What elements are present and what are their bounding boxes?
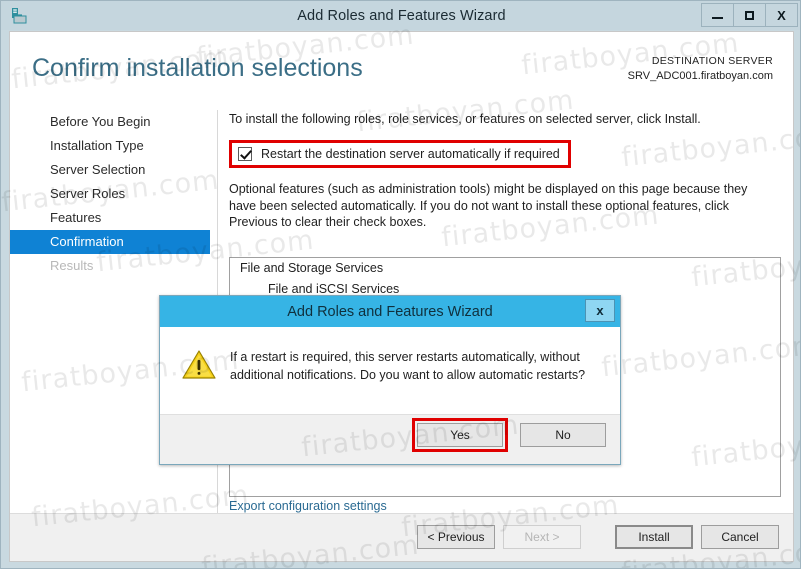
window-title: Add Roles and Features Wizard (297, 7, 506, 24)
main-pane: To install the following roles, role ser… (229, 112, 781, 243)
restart-checkbox-highlight: Restart the destination server automatic… (229, 140, 571, 168)
minimize-button[interactable] (701, 3, 734, 27)
footer-buttons: < Previous Next > Install Cancel (409, 525, 779, 549)
restart-checkbox-label: Restart the destination server automatic… (261, 147, 560, 161)
cancel-button[interactable]: Cancel (701, 525, 779, 549)
wizard-navigation: Before You Begin Installation Type Serve… (10, 110, 210, 278)
wizard-window: Add Roles and Features Wizard X Confirm … (0, 0, 801, 569)
dialog-close-icon[interactable]: x (585, 299, 615, 322)
dialog-message: If a restart is required, this server re… (230, 350, 586, 382)
dialog-body: If a restart is required, this server re… (160, 327, 620, 415)
warning-triangle-icon (182, 349, 216, 380)
page-title: Confirm installation selections (32, 54, 363, 82)
maximize-button[interactable] (733, 3, 766, 27)
previous-button[interactable]: < Previous (417, 525, 495, 549)
install-button[interactable]: Install (615, 525, 693, 549)
nav-item-installation-type[interactable]: Installation Type (10, 134, 210, 158)
yes-button-highlight: Yes (412, 418, 508, 452)
nav-item-results: Results (50, 258, 94, 273)
dialog-titlebar: Add Roles and Features Wizard x (160, 296, 620, 327)
dialog-title: Add Roles and Features Wizard (287, 303, 493, 320)
nav-item-server-selection[interactable]: Server Selection (10, 158, 210, 182)
no-button[interactable]: No (520, 423, 606, 447)
window-titlebar: Add Roles and Features Wizard X (1, 1, 800, 30)
destination-server-name: SRV_ADC001.firatboyan.com (627, 70, 773, 83)
nav-item-before-you-begin[interactable]: Before You Begin (10, 110, 210, 134)
destination-server-block: DESTINATION SERVER SRV_ADC001.firatboyan… (628, 54, 773, 85)
yes-button[interactable]: Yes (417, 423, 503, 447)
wizard-footer: < Previous Next > Install Cancel (10, 513, 793, 561)
window-controls: X (701, 3, 798, 27)
intro-text: To install the following roles, role ser… (229, 112, 701, 126)
destination-server-label: DESTINATION SERVER (651, 55, 773, 67)
next-button: Next > (503, 525, 581, 549)
restart-checkbox[interactable] (238, 147, 252, 161)
dialog-buttons: Yes No (412, 418, 606, 452)
optional-features-text: Optional features (such as administratio… (229, 182, 748, 230)
nav-item-confirmation[interactable]: Confirmation (10, 230, 210, 254)
page-header: Confirm installation selections DESTINAT… (10, 32, 793, 94)
close-button[interactable]: X (765, 3, 798, 27)
list-item: File and Storage Services (240, 261, 384, 275)
nav-item-features[interactable]: Features (10, 206, 210, 230)
confirmation-dialog: Add Roles and Features Wizard x If a res… (159, 295, 621, 465)
nav-item-server-roles[interactable]: Server Roles (10, 182, 210, 206)
